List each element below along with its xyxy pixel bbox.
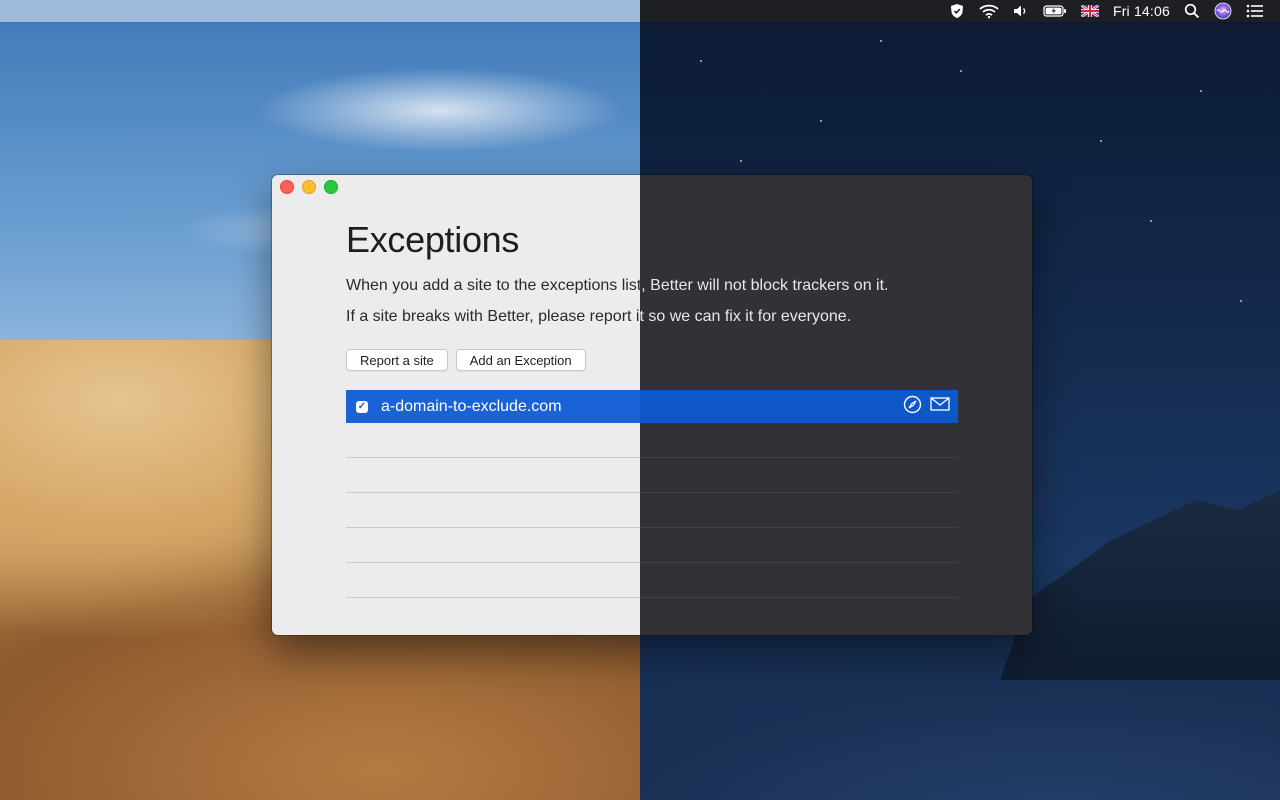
menubar-light	[0, 0, 640, 22]
report-site-button[interactable]: Report a site	[346, 349, 448, 371]
exceptions-window: Exceptions When you add a site to the ex…	[272, 175, 1032, 635]
volume-icon[interactable]	[1013, 0, 1029, 22]
description-line-1-part-a: When you add a site to the exceptions li…	[346, 277, 642, 294]
zoom-window-button[interactable]	[324, 180, 338, 194]
star	[740, 160, 742, 162]
exception-enabled-checkbox[interactable]: ✓	[356, 400, 368, 413]
description-line-2: If a site breaks with Better, please rep…	[346, 308, 966, 326]
exception-domain: a-domain-to-exclude.com	[381, 397, 562, 415]
description-line-1: When you add a site to the exceptions li…	[346, 277, 966, 295]
menubar-clock[interactable]: Fri 14:06	[1113, 0, 1170, 22]
battery-charging-icon[interactable]	[1043, 0, 1067, 22]
star	[700, 60, 702, 62]
menubar: Fri 14:06	[640, 0, 1280, 22]
empty-list-row	[346, 423, 958, 458]
list-item[interactable]: ✓ a-domain-to-exclude.com	[346, 390, 958, 423]
description-line-2-part-b: t so we can fix it for everyone.	[639, 308, 852, 325]
safari-compass-icon[interactable]	[903, 395, 922, 419]
description-line-2-part-a: If a site breaks with Better, please rep…	[346, 308, 640, 325]
spotlight-search-icon[interactable]	[1184, 0, 1200, 22]
star	[1150, 220, 1152, 222]
star	[820, 120, 822, 122]
exceptions-list[interactable]: ✓ a-domain-to-exclude.com	[346, 390, 958, 598]
close-window-button[interactable]	[280, 180, 294, 194]
empty-list-row	[346, 458, 958, 493]
wifi-icon[interactable]	[979, 0, 999, 22]
window-controls	[280, 180, 338, 194]
uk-flag-icon[interactable]	[1080, 0, 1099, 22]
row-actions	[903, 390, 950, 423]
action-buttons: Report a site Add an Exception	[346, 349, 586, 371]
description-line-1-part-b: , Better will not block trackers on it.	[641, 277, 889, 294]
star	[960, 70, 962, 72]
star	[880, 40, 882, 42]
siri-icon[interactable]	[1214, 0, 1232, 22]
empty-list-row	[346, 528, 958, 563]
empty-list-row	[346, 493, 958, 528]
add-exception-button[interactable]: Add an Exception	[455, 349, 586, 371]
window-content: Exceptions When you add a site to the ex…	[346, 175, 958, 635]
better-shield-icon[interactable]	[949, 0, 965, 22]
star	[1100, 140, 1102, 142]
mail-envelope-icon[interactable]	[930, 397, 950, 416]
star	[1240, 300, 1242, 302]
star	[1200, 90, 1202, 92]
empty-list-row	[346, 563, 958, 598]
notification-center-icon[interactable]	[1246, 0, 1264, 22]
page-title: Exceptions	[346, 219, 520, 260]
minimize-window-button[interactable]	[302, 180, 316, 194]
